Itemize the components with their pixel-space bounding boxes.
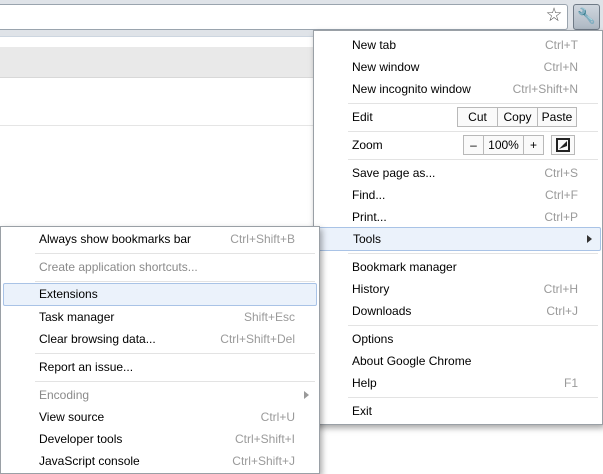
menu-item-label: View source — [39, 410, 105, 424]
menu-item-shortcut: F1 — [563, 376, 578, 390]
menu-item-bookmark-manager[interactable]: Bookmark manager — [314, 256, 602, 278]
menu-item-shortcut: Ctrl+J — [546, 304, 578, 318]
menu-item-shortcut: Ctrl+Shift+N — [512, 82, 578, 96]
menu-item-task-manager[interactable]: Task manager Shift+Esc — [1, 306, 319, 328]
menu-item-shortcut: Ctrl+Shift+I — [234, 432, 295, 446]
menu-item-shortcut: Ctrl+P — [544, 210, 578, 224]
fullscreen-button[interactable] — [551, 135, 575, 155]
menu-item-shortcut: Ctrl+U — [260, 410, 295, 424]
menu-separator — [348, 397, 598, 398]
menu-item-report-issue[interactable]: Report an issue... — [1, 356, 319, 378]
menu-separator — [348, 325, 598, 326]
menu-item-label: JavaScript console — [39, 454, 140, 468]
menu-separator — [348, 131, 598, 132]
submenu-arrow-icon — [587, 235, 592, 243]
tools-submenu: Always show bookmarks bar Ctrl+Shift+B C… — [0, 226, 320, 474]
zoom-level: 100% — [483, 135, 524, 155]
menu-item-label: History — [352, 282, 390, 296]
menu-item-shortcut: Ctrl+T — [545, 38, 578, 52]
copy-button[interactable]: Copy — [497, 107, 538, 127]
menu-item-label: Find... — [352, 188, 386, 202]
menu-item-tools[interactable]: Tools — [315, 227, 601, 251]
menu-item-label: New incognito window — [352, 82, 471, 96]
menu-item-javascript-console[interactable]: JavaScript console Ctrl+Shift+J — [1, 450, 319, 472]
menu-item-shortcut: Ctrl+N — [543, 60, 578, 74]
omnibox[interactable] — [0, 4, 568, 30]
menu-item-help[interactable]: Help F1 — [314, 372, 602, 394]
menu-item-label: Bookmark manager — [352, 260, 457, 274]
menu-item-label: Zoom — [352, 138, 383, 152]
page-header-band — [0, 47, 320, 78]
menu-item-extensions[interactable]: Extensions — [3, 283, 317, 306]
menu-item-shortcut: Ctrl+F — [545, 188, 578, 202]
wrench-icon[interactable]: 🔧 — [573, 4, 600, 30]
menu-item-view-source[interactable]: View source Ctrl+U — [1, 406, 319, 428]
paste-button[interactable]: Paste — [537, 107, 577, 127]
menu-item-label: About Google Chrome — [352, 354, 472, 368]
menu-item-label: Create application shortcuts... — [39, 260, 198, 274]
star-icon[interactable]: ☆ — [544, 6, 564, 26]
menu-item-label: New tab — [352, 38, 397, 52]
menu-item-always-show-bookmarks-bar[interactable]: Always show bookmarks bar Ctrl+Shift+B — [1, 228, 319, 250]
menu-item-label: Print... — [352, 210, 387, 224]
menu-item-exit[interactable]: Exit — [314, 400, 602, 422]
menu-item-label: Encoding — [39, 388, 90, 402]
menu-separator — [35, 381, 315, 382]
menu-separator — [348, 103, 598, 104]
menu-item-options[interactable]: Options — [314, 328, 602, 350]
menu-item-label: Downloads — [352, 304, 412, 318]
menu-item-print[interactable]: Print... Ctrl+P — [314, 206, 602, 228]
menu-item-label: New window — [352, 60, 420, 74]
menu-item-about[interactable]: About Google Chrome — [314, 350, 602, 372]
chrome-main-menu: New tab Ctrl+T New window Ctrl+N New inc… — [313, 30, 603, 425]
zoom-in-button[interactable]: + — [523, 135, 544, 155]
menu-item-shortcut: Shift+Esc — [243, 310, 295, 324]
menu-item-shortcut: Ctrl+S — [544, 166, 578, 180]
menu-separator — [35, 353, 315, 354]
menu-item-save-page[interactable]: Save page as... Ctrl+S — [314, 162, 602, 184]
menu-item-label: Tools — [353, 232, 382, 246]
menu-item-shortcut: Ctrl+Shift+Del — [220, 332, 295, 346]
menu-item-new-window[interactable]: New window Ctrl+N — [314, 56, 602, 78]
menu-item-create-app-shortcuts: Create application shortcuts... — [1, 256, 319, 278]
menu-item-label: Extensions — [39, 287, 98, 301]
menu-item-downloads[interactable]: Downloads Ctrl+J — [314, 300, 602, 322]
divider — [0, 125, 320, 126]
menu-item-label: Report an issue... — [39, 360, 134, 374]
zoom-out-button[interactable]: – — [463, 135, 484, 155]
menu-item-label: Always show bookmarks bar — [39, 232, 192, 246]
menu-item-shortcut: Ctrl+Shift+B — [230, 232, 295, 246]
menu-item-clear-browsing-data[interactable]: Clear browsing data... Ctrl+Shift+Del — [1, 328, 319, 350]
menu-item-developer-tools[interactable]: Developer tools Ctrl+Shift+I — [1, 428, 319, 450]
menu-item-new-incognito-window[interactable]: New incognito window Ctrl+Shift+N — [314, 78, 602, 100]
divider — [0, 36, 320, 37]
menu-item-new-tab[interactable]: New tab Ctrl+T — [314, 34, 602, 56]
menu-item-label: Edit — [352, 110, 373, 124]
menu-separator — [348, 159, 598, 160]
menu-separator — [35, 253, 315, 254]
menu-separator — [348, 253, 598, 254]
menu-item-label: Exit — [352, 404, 373, 418]
menu-item-label: Developer tools — [39, 432, 123, 446]
menu-item-encoding: Encoding — [1, 384, 319, 406]
menu-item-label: Save page as... — [352, 166, 436, 180]
menu-item-history[interactable]: History Ctrl+H — [314, 278, 602, 300]
menu-item-label: Options — [352, 332, 394, 346]
menu-item-shortcut: Ctrl+Shift+J — [232, 454, 295, 468]
menu-item-shortcut: Ctrl+H — [543, 282, 578, 296]
menu-item-label: Help — [352, 376, 377, 390]
fullscreen-icon — [556, 138, 570, 152]
menu-separator — [35, 281, 315, 282]
cut-button[interactable]: Cut — [457, 107, 498, 127]
menu-item-find[interactable]: Find... Ctrl+F — [314, 184, 602, 206]
submenu-arrow-icon — [304, 391, 309, 399]
menu-item-label: Clear browsing data... — [39, 332, 156, 346]
menu-item-label: Task manager — [39, 310, 115, 324]
